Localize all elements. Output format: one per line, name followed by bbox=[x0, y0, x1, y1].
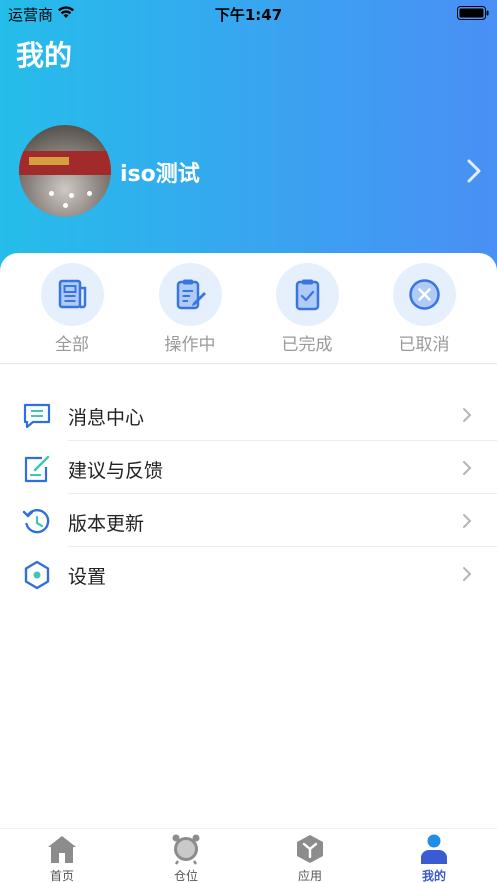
status-bar: 运营商 下午1:47 bbox=[0, 0, 497, 26]
menu-label-settings: 设置 bbox=[68, 566, 107, 588]
home-icon bbox=[48, 836, 76, 863]
tab-label-apps: 应用 bbox=[297, 869, 322, 883]
chevron-right-icon bbox=[463, 408, 472, 422]
avatar[interactable] bbox=[19, 125, 111, 217]
tab-mine[interactable]: 我的 bbox=[372, 829, 496, 883]
tab-label-mine: 我的 bbox=[421, 869, 446, 883]
tab-label-home: 首页 bbox=[49, 869, 74, 883]
order-cancelled-button[interactable]: 已取消 bbox=[374, 263, 474, 358]
chevron-right-icon bbox=[463, 461, 472, 475]
apps-cube-icon bbox=[297, 835, 323, 863]
menu-item-settings[interactable]: 设置 bbox=[0, 547, 497, 600]
clock: 下午1:47 bbox=[214, 6, 283, 24]
cancel-circle-icon bbox=[392, 263, 456, 326]
menu-label-version-update: 版本更新 bbox=[68, 513, 145, 535]
settings-hexagon-icon bbox=[24, 560, 50, 590]
order-completed-button[interactable]: 已完成 bbox=[257, 263, 357, 358]
chevron-right-icon[interactable] bbox=[466, 158, 482, 184]
feedback-edit-icon bbox=[24, 455, 50, 483]
user-icon bbox=[421, 834, 447, 864]
tab-apps[interactable]: 应用 bbox=[248, 829, 372, 883]
clipboard-edit-icon bbox=[158, 263, 222, 326]
alarm-clock-icon bbox=[172, 834, 200, 865]
order-in-progress-label: 操作中 bbox=[164, 335, 216, 355]
tab-warehouse[interactable]: 仓位 bbox=[124, 829, 248, 883]
battery-icon bbox=[457, 6, 489, 20]
chevron-right-icon bbox=[463, 514, 472, 528]
menu-label-messages: 消息中心 bbox=[68, 407, 145, 429]
chevron-right-icon bbox=[463, 567, 472, 581]
document-icon bbox=[40, 263, 104, 326]
menu-label-feedback: 建议与反馈 bbox=[68, 460, 164, 482]
clipboard-check-icon bbox=[275, 263, 339, 326]
order-all-button[interactable]: 全部 bbox=[22, 263, 122, 358]
order-in-progress-button[interactable]: 操作中 bbox=[140, 263, 240, 358]
menu-item-messages[interactable]: 消息中心 bbox=[0, 388, 497, 441]
order-completed-label: 已完成 bbox=[281, 335, 333, 355]
history-icon bbox=[22, 508, 50, 534]
menu-item-version-update[interactable]: 版本更新 bbox=[0, 494, 497, 547]
order-status-row: 全部 操作中 已完成 已取消 bbox=[0, 253, 497, 364]
menu-item-feedback[interactable]: 建议与反馈 bbox=[0, 441, 497, 494]
tab-label-warehouse: 仓位 bbox=[173, 869, 198, 883]
order-all-label: 全部 bbox=[55, 335, 89, 355]
tab-home[interactable]: 首页 bbox=[0, 829, 124, 883]
user-name[interactable]: iso测试 bbox=[120, 156, 200, 188]
order-cancelled-label: 已取消 bbox=[398, 335, 450, 355]
page-title: 我的 bbox=[16, 39, 73, 72]
message-icon bbox=[23, 403, 51, 429]
tab-bar: 首页 仓位 应用 我的 bbox=[0, 828, 497, 883]
